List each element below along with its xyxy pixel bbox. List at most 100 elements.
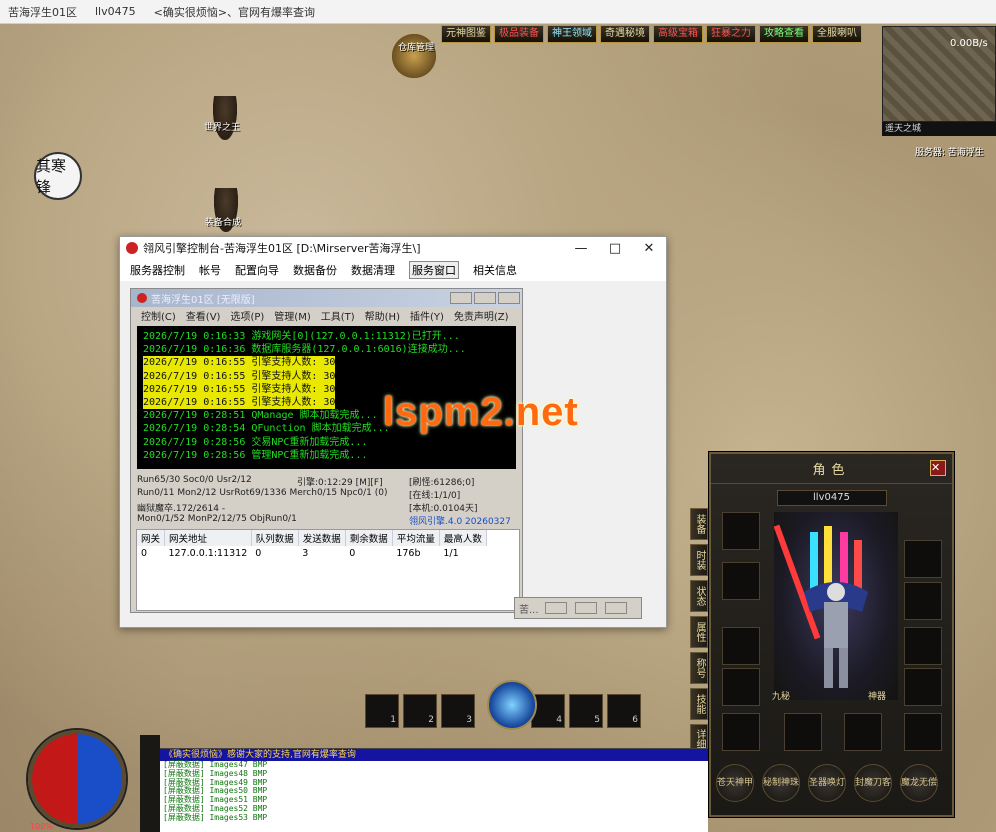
calligraphy-logo: 其寒锋 xyxy=(34,152,82,200)
npc-name: 世界之王 xyxy=(204,123,241,133)
character-action-button[interactable]: 魔龙无偿 xyxy=(900,764,938,802)
minimize-icon[interactable]: — xyxy=(564,241,598,256)
npc-figure[interactable] xyxy=(213,96,237,140)
top-button[interactable]: 攻略查看 xyxy=(759,25,809,43)
window-title: 翎风引擎控制台-苦海浮生01区 [D:\Mirserver苦海浮生\] xyxy=(143,242,421,255)
chat-box: 《确实很烦恼》感谢大家的支持,官网有爆率查询 [屏蔽数据] Images47 B… xyxy=(160,748,708,832)
window-title-bar[interactable]: 翎风引擎控制台-苦海浮生01区 [D:\Mirserver苦海浮生\] — □ … xyxy=(120,237,666,259)
top-function-buttons: 元神图鉴 极品装备 神王领域 奇遇秘境 高级宝箱 狂暴之力 攻略查看 全服喇叭 xyxy=(441,25,862,43)
stat-obj: Mon0/1/52 MonP2/12/75 ObjRun0/1 xyxy=(137,514,297,524)
equip-slot-ring[interactable] xyxy=(722,668,760,706)
menu-item[interactable]: 数据清理 xyxy=(351,262,395,278)
equip-slot-weapon[interactable] xyxy=(722,512,760,550)
table-cell: 176b xyxy=(396,547,421,559)
maximize-icon[interactable] xyxy=(574,602,597,614)
side-tab[interactable]: 技能 xyxy=(690,688,708,720)
side-tab[interactable]: 装备 xyxy=(690,508,708,540)
control-menu-bar: 服务器控制 帐号 配置向导 数据备份 数据清理 服务窗口 相关信息 xyxy=(120,259,666,281)
side-tab[interactable]: 属性 xyxy=(690,616,708,648)
equip-slot-helmet[interactable] xyxy=(904,540,942,578)
table-header[interactable]: 队列数据 xyxy=(251,530,299,546)
inner-menu-item[interactable]: 控制(C) xyxy=(141,308,176,323)
player-name: llv0475 xyxy=(776,490,887,506)
restore-icon[interactable] xyxy=(474,292,496,304)
side-tab[interactable]: 状态 xyxy=(690,580,708,612)
equip-slot-boots[interactable] xyxy=(784,713,822,751)
equip-slot-bracelet-right[interactable] xyxy=(904,627,942,665)
side-tab[interactable]: 称号 xyxy=(690,652,708,684)
character-action-button[interactable]: 封魔刀客 xyxy=(854,764,892,802)
menu-item[interactable]: 帐号 xyxy=(199,262,221,278)
close-icon[interactable]: ✕ xyxy=(632,241,666,256)
table-cell: 3 xyxy=(302,547,309,559)
table-header[interactable]: 网关地址 xyxy=(164,530,252,546)
top-button[interactable]: 狂暴之力 xyxy=(706,25,756,43)
top-button[interactable]: 高级宝箱 xyxy=(653,25,703,43)
net-speed: 0.00B/s xyxy=(950,38,988,49)
side-tab[interactable]: 时装 xyxy=(690,544,708,576)
hotkey-slot[interactable]: 2 xyxy=(403,694,437,728)
table-header[interactable]: 最高人数 xyxy=(439,530,487,546)
close-icon[interactable] xyxy=(604,602,627,614)
inner-menu-item[interactable]: 插件(Y) xyxy=(410,308,444,323)
log-line: 2026/7/19 0:28:56 管理NPC重新加载完成... xyxy=(143,449,368,461)
hp-mp-orb xyxy=(28,730,126,828)
character-bottom-buttons: 苍天神甲 秘制神珠 圣器唤灯 封魔刀客 魔龙无偿 xyxy=(716,764,938,802)
table-header[interactable]: 平均流量 xyxy=(392,530,440,546)
character-action-button[interactable]: 秘制神珠 xyxy=(762,764,800,802)
stat-online: [在线:1/1/0] xyxy=(409,491,461,501)
close-icon[interactable]: ✕ xyxy=(930,460,946,476)
menu-item[interactable]: 服务器控制 xyxy=(130,262,185,278)
stat-spawn: [刷怪:61286;0] xyxy=(409,478,475,488)
inner-menu-item[interactable]: 免责声明(Z) xyxy=(454,308,509,323)
log-line: 2026/7/19 0:16:36 数据库服务器(127.0.0.1:6016)… xyxy=(143,344,466,356)
maximize-icon[interactable]: □ xyxy=(598,241,632,256)
top-button[interactable]: 极品装备 xyxy=(494,25,544,43)
log-line: 2026/7/19 0:28:56 交易NPC重新加载完成... xyxy=(143,436,368,448)
magic-orb-icon[interactable] xyxy=(487,680,537,730)
hotkey-slot[interactable]: 6 xyxy=(607,694,641,728)
character-panel-header[interactable]: 角色 ✕ xyxy=(711,454,952,484)
inner-menu-bar: 控制(C) 查看(V) 选项(P) 管理(M) 工具(T) 帮助(H) 插件(Y) 免责声明(… xyxy=(131,307,522,323)
table-cell: 0 xyxy=(141,547,148,559)
character-action-button[interactable]: 苍天神甲 xyxy=(716,764,754,802)
inner-menu-item[interactable]: 选项(P) xyxy=(230,308,264,323)
menu-item[interactable]: 数据备份 xyxy=(293,262,337,278)
minimize-icon[interactable] xyxy=(450,292,472,304)
table-header[interactable]: 剩余数据 xyxy=(345,530,393,546)
inner-menu-item[interactable]: 管理(M) xyxy=(274,308,310,323)
menu-item[interactable]: 相关信息 xyxy=(473,262,517,278)
inner-title-bar[interactable]: 苦海浮生01区 [无限版] xyxy=(131,289,522,307)
minimized-window-bar[interactable]: 苦... xyxy=(514,597,642,619)
inner-menu-item[interactable]: 查看(V) xyxy=(186,308,221,323)
log-line: 2026/7/19 0:28:51 QManage 脚本加载完成... xyxy=(143,410,378,422)
table-row[interactable]: 0 127.0.0.1:11312 0 3 0 176b 1/1 xyxy=(137,546,486,560)
equip-slot-gem[interactable] xyxy=(904,713,942,751)
top-button[interactable]: 奇遇秘境 xyxy=(600,25,650,43)
equip-slot-bracelet[interactable] xyxy=(722,627,760,665)
menu-item[interactable]: 服务窗口 xyxy=(409,261,459,279)
hotkey-slot[interactable]: 3 xyxy=(441,694,475,728)
equip-slot-belt[interactable] xyxy=(722,713,760,751)
inner-menu-item[interactable]: 帮助(H) xyxy=(365,308,400,323)
equip-slot-charm[interactable] xyxy=(844,713,882,751)
equip-slot-necklace[interactable] xyxy=(722,562,760,600)
top-button[interactable]: 神王领域 xyxy=(547,25,597,43)
menu-item[interactable]: 配置向导 xyxy=(235,262,279,278)
hotkey-slot[interactable]: 1 xyxy=(365,694,399,728)
equip-slot-medal[interactable] xyxy=(904,582,942,620)
top-button[interactable]: 元神图鉴 xyxy=(441,25,491,43)
equip-slot-ring-right[interactable] xyxy=(904,668,942,706)
hotkey-slot[interactable]: 5 xyxy=(569,694,603,728)
top-button[interactable]: 全服喇叭 xyxy=(812,25,862,43)
restore-icon[interactable] xyxy=(544,602,567,614)
table-header[interactable]: 发送数据 xyxy=(298,530,346,546)
character-action-button[interactable]: 圣器唤灯 xyxy=(808,764,846,802)
table-header[interactable]: 网关 xyxy=(137,530,166,546)
table-cell: 0 xyxy=(255,547,262,559)
log-line: 2026/7/19 0:16:33 游戏网关[0](127.0.0.1:1131… xyxy=(143,331,460,342)
stat-engine: 引擎:0:12:29 [M][F] xyxy=(297,478,383,488)
inner-menu-item[interactable]: 工具(T) xyxy=(321,308,355,323)
close-icon[interactable] xyxy=(498,292,520,304)
app-icon xyxy=(137,293,147,303)
